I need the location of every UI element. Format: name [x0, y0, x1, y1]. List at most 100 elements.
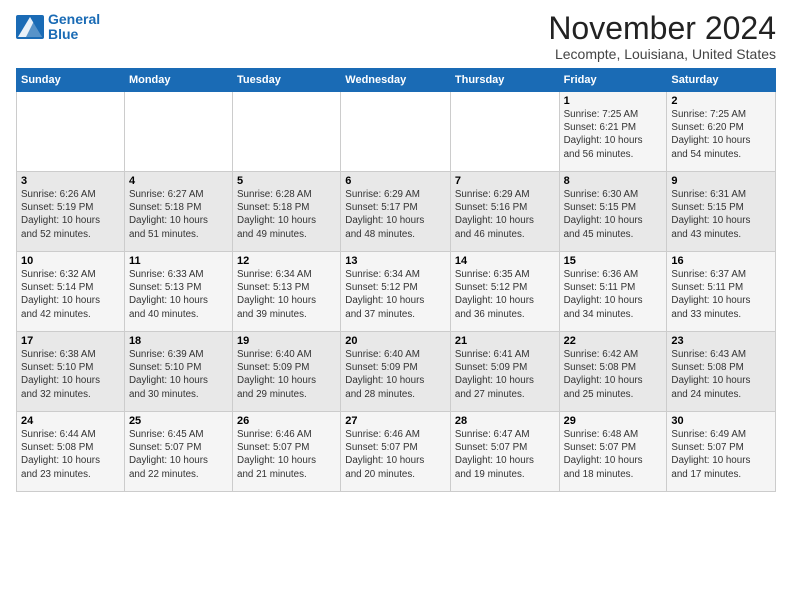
day-number: 20	[345, 335, 446, 347]
day-number: 12	[237, 255, 336, 267]
calendar-header-thursday: Thursday	[450, 69, 559, 92]
day-info: Sunrise: 6:42 AM Sunset: 5:08 PM Dayligh…	[564, 348, 663, 401]
calendar-cell: 22Sunrise: 6:42 AM Sunset: 5:08 PM Dayli…	[559, 332, 667, 412]
day-info: Sunrise: 6:26 AM Sunset: 5:19 PM Dayligh…	[21, 188, 120, 241]
day-info: Sunrise: 6:34 AM Sunset: 5:13 PM Dayligh…	[237, 268, 336, 321]
calendar-cell: 23Sunrise: 6:43 AM Sunset: 5:08 PM Dayli…	[667, 332, 776, 412]
day-number: 27	[345, 415, 446, 427]
day-info: Sunrise: 6:46 AM Sunset: 5:07 PM Dayligh…	[345, 428, 446, 481]
calendar-cell: 1Sunrise: 7:25 AM Sunset: 6:21 PM Daylig…	[559, 92, 667, 172]
day-info: Sunrise: 7:25 AM Sunset: 6:21 PM Dayligh…	[564, 108, 663, 161]
calendar-week-2: 3Sunrise: 6:26 AM Sunset: 5:19 PM Daylig…	[17, 172, 776, 252]
header: General Blue November 2024 Lecompte, Lou…	[16, 12, 776, 62]
calendar-cell: 21Sunrise: 6:41 AM Sunset: 5:09 PM Dayli…	[450, 332, 559, 412]
day-number: 19	[237, 335, 336, 347]
calendar-cell: 16Sunrise: 6:37 AM Sunset: 5:11 PM Dayli…	[667, 252, 776, 332]
day-info: Sunrise: 6:40 AM Sunset: 5:09 PM Dayligh…	[345, 348, 446, 401]
logo-text: General Blue	[48, 12, 100, 43]
calendar-cell: 26Sunrise: 6:46 AM Sunset: 5:07 PM Dayli…	[233, 412, 341, 492]
calendar-cell	[17, 92, 125, 172]
logo: General Blue	[16, 12, 100, 43]
day-info: Sunrise: 6:27 AM Sunset: 5:18 PM Dayligh…	[129, 188, 228, 241]
day-number: 30	[671, 415, 771, 427]
day-info: Sunrise: 6:45 AM Sunset: 5:07 PM Dayligh…	[129, 428, 228, 481]
calendar-header-saturday: Saturday	[667, 69, 776, 92]
day-info: Sunrise: 6:30 AM Sunset: 5:15 PM Dayligh…	[564, 188, 663, 241]
calendar-cell: 24Sunrise: 6:44 AM Sunset: 5:08 PM Dayli…	[17, 412, 125, 492]
calendar-header-sunday: Sunday	[17, 69, 125, 92]
calendar: SundayMondayTuesdayWednesdayThursdayFrid…	[16, 68, 776, 492]
day-info: Sunrise: 6:44 AM Sunset: 5:08 PM Dayligh…	[21, 428, 120, 481]
day-number: 9	[671, 175, 771, 187]
calendar-cell: 14Sunrise: 6:35 AM Sunset: 5:12 PM Dayli…	[450, 252, 559, 332]
day-info: Sunrise: 6:47 AM Sunset: 5:07 PM Dayligh…	[455, 428, 555, 481]
calendar-cell: 6Sunrise: 6:29 AM Sunset: 5:17 PM Daylig…	[341, 172, 451, 252]
day-info: Sunrise: 6:32 AM Sunset: 5:14 PM Dayligh…	[21, 268, 120, 321]
title-block: November 2024 Lecompte, Louisiana, Unite…	[548, 12, 776, 62]
day-number: 21	[455, 335, 555, 347]
calendar-cell: 12Sunrise: 6:34 AM Sunset: 5:13 PM Dayli…	[233, 252, 341, 332]
calendar-cell: 17Sunrise: 6:38 AM Sunset: 5:10 PM Dayli…	[17, 332, 125, 412]
calendar-cell	[233, 92, 341, 172]
calendar-cell	[450, 92, 559, 172]
calendar-header-monday: Monday	[124, 69, 232, 92]
calendar-cell: 3Sunrise: 6:26 AM Sunset: 5:19 PM Daylig…	[17, 172, 125, 252]
day-info: Sunrise: 6:37 AM Sunset: 5:11 PM Dayligh…	[671, 268, 771, 321]
calendar-cell: 25Sunrise: 6:45 AM Sunset: 5:07 PM Dayli…	[124, 412, 232, 492]
day-number: 18	[129, 335, 228, 347]
calendar-week-5: 24Sunrise: 6:44 AM Sunset: 5:08 PM Dayli…	[17, 412, 776, 492]
calendar-cell	[341, 92, 451, 172]
main-title: November 2024	[548, 12, 776, 44]
logo-general: General	[48, 11, 100, 27]
day-number: 24	[21, 415, 120, 427]
calendar-cell: 5Sunrise: 6:28 AM Sunset: 5:18 PM Daylig…	[233, 172, 341, 252]
day-info: Sunrise: 6:39 AM Sunset: 5:10 PM Dayligh…	[129, 348, 228, 401]
day-number: 2	[671, 95, 771, 107]
calendar-cell: 28Sunrise: 6:47 AM Sunset: 5:07 PM Dayli…	[450, 412, 559, 492]
calendar-header-tuesday: Tuesday	[233, 69, 341, 92]
calendar-cell: 8Sunrise: 6:30 AM Sunset: 5:15 PM Daylig…	[559, 172, 667, 252]
calendar-cell: 10Sunrise: 6:32 AM Sunset: 5:14 PM Dayli…	[17, 252, 125, 332]
day-info: Sunrise: 6:35 AM Sunset: 5:12 PM Dayligh…	[455, 268, 555, 321]
day-number: 7	[455, 175, 555, 187]
calendar-header-friday: Friday	[559, 69, 667, 92]
day-number: 25	[129, 415, 228, 427]
day-number: 16	[671, 255, 771, 267]
calendar-cell: 27Sunrise: 6:46 AM Sunset: 5:07 PM Dayli…	[341, 412, 451, 492]
calendar-cell: 18Sunrise: 6:39 AM Sunset: 5:10 PM Dayli…	[124, 332, 232, 412]
day-number: 17	[21, 335, 120, 347]
day-number: 29	[564, 415, 663, 427]
day-info: Sunrise: 6:28 AM Sunset: 5:18 PM Dayligh…	[237, 188, 336, 241]
calendar-header-row: SundayMondayTuesdayWednesdayThursdayFrid…	[17, 69, 776, 92]
day-number: 15	[564, 255, 663, 267]
calendar-cell: 7Sunrise: 6:29 AM Sunset: 5:16 PM Daylig…	[450, 172, 559, 252]
calendar-cell: 30Sunrise: 6:49 AM Sunset: 5:07 PM Dayli…	[667, 412, 776, 492]
calendar-cell: 13Sunrise: 6:34 AM Sunset: 5:12 PM Dayli…	[341, 252, 451, 332]
subtitle: Lecompte, Louisiana, United States	[548, 46, 776, 62]
day-number: 1	[564, 95, 663, 107]
day-number: 26	[237, 415, 336, 427]
day-number: 6	[345, 175, 446, 187]
day-info: Sunrise: 6:29 AM Sunset: 5:16 PM Dayligh…	[455, 188, 555, 241]
calendar-cell: 11Sunrise: 6:33 AM Sunset: 5:13 PM Dayli…	[124, 252, 232, 332]
day-info: Sunrise: 6:48 AM Sunset: 5:07 PM Dayligh…	[564, 428, 663, 481]
calendar-cell: 2Sunrise: 7:25 AM Sunset: 6:20 PM Daylig…	[667, 92, 776, 172]
day-info: Sunrise: 6:46 AM Sunset: 5:07 PM Dayligh…	[237, 428, 336, 481]
day-info: Sunrise: 6:34 AM Sunset: 5:12 PM Dayligh…	[345, 268, 446, 321]
day-info: Sunrise: 6:41 AM Sunset: 5:09 PM Dayligh…	[455, 348, 555, 401]
calendar-cell	[124, 92, 232, 172]
day-number: 22	[564, 335, 663, 347]
day-info: Sunrise: 6:40 AM Sunset: 5:09 PM Dayligh…	[237, 348, 336, 401]
day-number: 5	[237, 175, 336, 187]
calendar-cell: 19Sunrise: 6:40 AM Sunset: 5:09 PM Dayli…	[233, 332, 341, 412]
calendar-cell: 29Sunrise: 6:48 AM Sunset: 5:07 PM Dayli…	[559, 412, 667, 492]
calendar-header-wednesday: Wednesday	[341, 69, 451, 92]
calendar-week-4: 17Sunrise: 6:38 AM Sunset: 5:10 PM Dayli…	[17, 332, 776, 412]
day-info: Sunrise: 6:31 AM Sunset: 5:15 PM Dayligh…	[671, 188, 771, 241]
calendar-week-3: 10Sunrise: 6:32 AM Sunset: 5:14 PM Dayli…	[17, 252, 776, 332]
calendar-cell: 20Sunrise: 6:40 AM Sunset: 5:09 PM Dayli…	[341, 332, 451, 412]
calendar-cell: 4Sunrise: 6:27 AM Sunset: 5:18 PM Daylig…	[124, 172, 232, 252]
day-number: 4	[129, 175, 228, 187]
day-number: 11	[129, 255, 228, 267]
day-info: Sunrise: 6:43 AM Sunset: 5:08 PM Dayligh…	[671, 348, 771, 401]
